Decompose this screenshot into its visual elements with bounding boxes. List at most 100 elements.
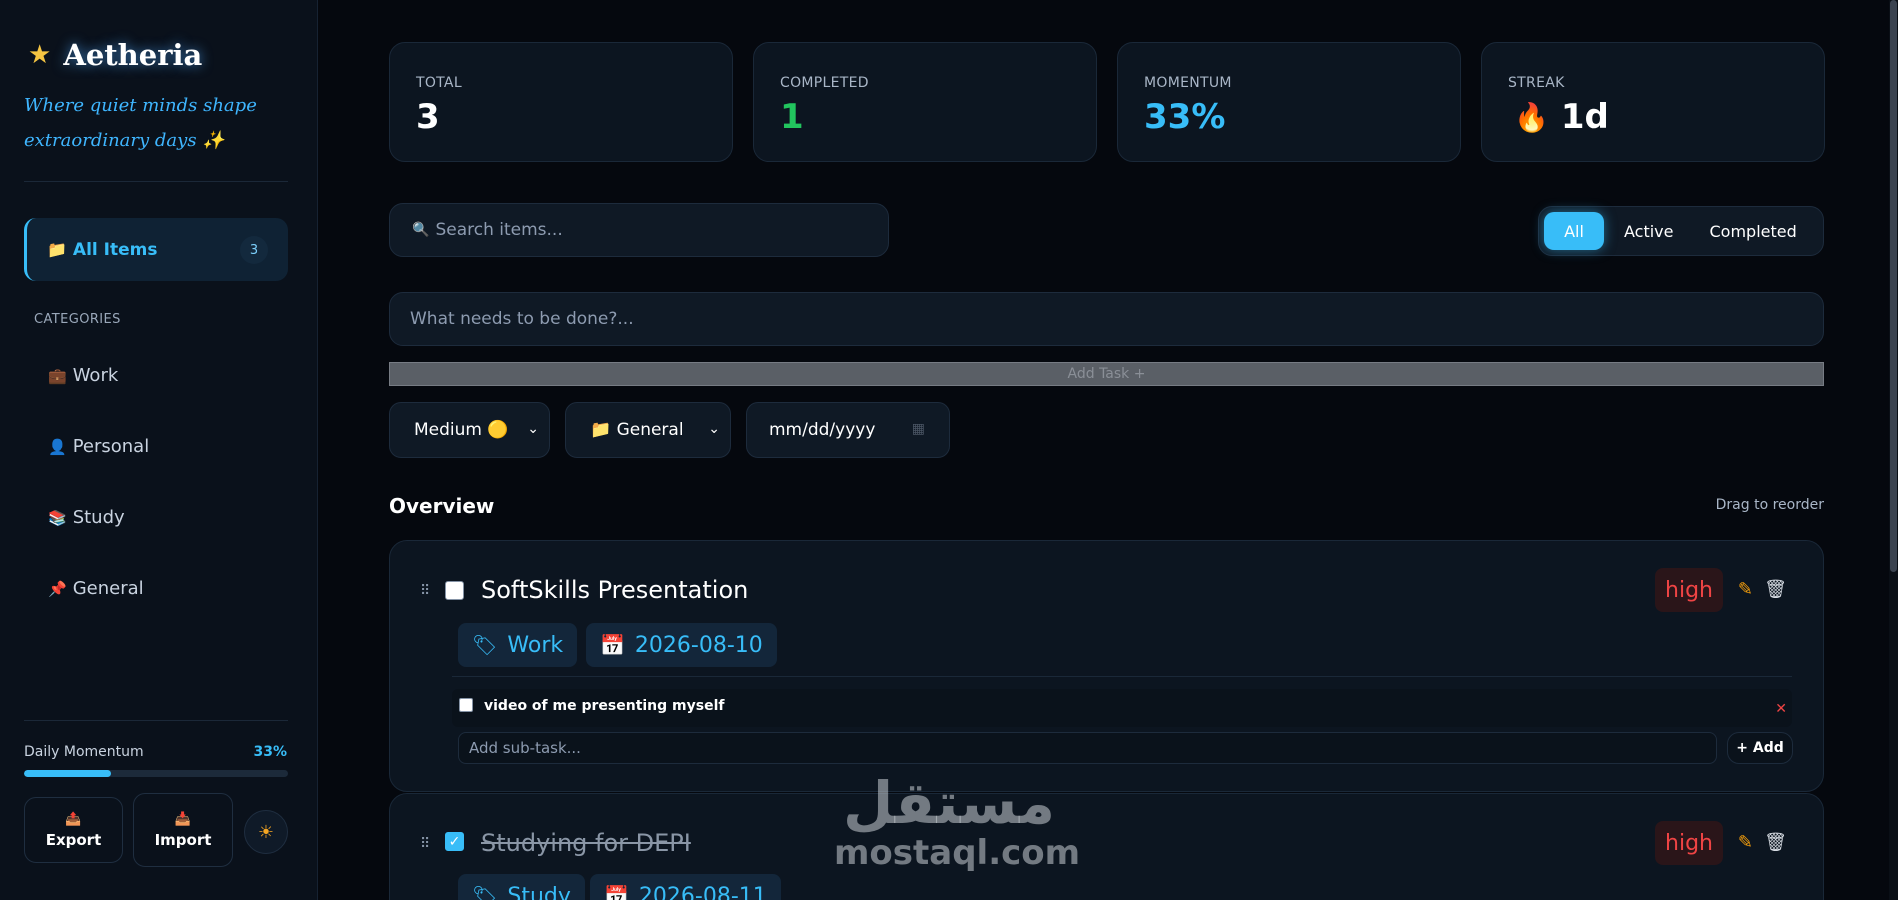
stat-value: 3 — [416, 97, 732, 137]
pin-icon: 📌 — [48, 579, 67, 598]
calendar-icon: ▦ — [911, 421, 925, 437]
stat-number: 3 — [416, 97, 440, 137]
sidebar-item-label: Study — [72, 507, 125, 528]
filter-group: All Active Completed — [1538, 206, 1824, 256]
sidebar-item-all-items[interactable]: 📁 All Items 3 — [24, 218, 288, 281]
stat-number: 1d — [1560, 97, 1609, 137]
sidebar: ★ Aetheria Where quiet minds shape extra… — [0, 0, 318, 900]
books-icon: 📚 — [48, 508, 67, 527]
stat-label: STREAK — [1508, 75, 1565, 91]
task-card[interactable]: ⠿ SoftSkills Presentation high ✎ 🗑 🏷 Wor… — [389, 540, 1824, 792]
momentum-label: Daily Momentum — [24, 744, 144, 760]
tag-icon: 🏷 — [472, 633, 498, 657]
export-label: Export — [45, 830, 102, 849]
divider — [24, 720, 288, 721]
momentum-progress-bar — [24, 770, 288, 777]
add-subtask-button[interactable]: + Add — [1727, 732, 1793, 764]
new-task-box — [389, 292, 1824, 346]
task-title: Studying for DEPI — [481, 829, 691, 857]
due-date-label: 2026-08-10 — [634, 632, 763, 658]
scrollbar-thumb[interactable] — [1890, 0, 1897, 572]
trash-icon[interactable]: 🗑 — [1764, 832, 1787, 853]
export-button[interactable]: 📤 Export — [24, 797, 123, 863]
category-tag-label: Study — [507, 883, 571, 900]
due-date-tag: 📅 2026-08-11 — [590, 874, 781, 900]
trash-icon[interactable]: 🗑 — [1764, 579, 1787, 600]
subtask-input[interactable] — [469, 739, 1699, 757]
chevron-down-icon: ⌄ — [708, 421, 720, 437]
tagline: Where quiet minds shape extraordinary da… — [24, 95, 257, 151]
person-icon: 👤 — [48, 437, 67, 456]
import-label: Import — [154, 830, 212, 849]
search-box: 🔍 — [389, 203, 889, 257]
stat-label: COMPLETED — [780, 75, 869, 91]
filter-completed-button[interactable]: Completed — [1694, 212, 1813, 250]
category-tag: 🏷 Work — [458, 623, 578, 667]
category-tag: 🏷 Study — [458, 874, 585, 900]
sun-icon: ☀ — [257, 821, 275, 843]
brand: ★ Aetheria — [28, 38, 202, 72]
sidebar-item-work[interactable]: 💼 Work — [48, 365, 118, 386]
task-checkbox-checked[interactable]: ✓ — [445, 832, 464, 851]
priority-badge: high — [1655, 568, 1723, 612]
import-button[interactable]: 📥 Import — [133, 793, 233, 867]
filter-active-button[interactable]: Active — [1608, 212, 1690, 250]
priority-badge: high — [1655, 821, 1723, 865]
remove-subtask-icon[interactable]: ✕ — [1775, 701, 1787, 717]
chevron-down-icon: ⌄ — [527, 421, 539, 437]
stat-card-completed: COMPLETED 1 — [753, 42, 1097, 162]
tag-icon: 🏷 — [472, 884, 498, 900]
sidebar-item-label: General — [72, 578, 144, 599]
subtask-title: video of me presenting myself — [484, 698, 725, 714]
stat-label: MOMENTUM — [1144, 75, 1232, 91]
folder-icon: 📁 — [47, 240, 67, 259]
stat-value: 🔥 1d — [1508, 97, 1824, 137]
theme-toggle-button[interactable]: ☀ — [244, 810, 288, 854]
overview-title: Overview — [389, 494, 495, 518]
edit-icon[interactable]: ✎ — [1738, 832, 1753, 853]
task-checkbox[interactable] — [445, 581, 464, 600]
export-icon: 📤 — [65, 811, 82, 827]
sidebar-item-personal[interactable]: 👤 Personal — [48, 436, 149, 457]
date-placeholder: mm/dd/yyyy — [769, 420, 876, 440]
drag-handle-icon[interactable]: ⠿ — [420, 836, 430, 852]
edit-icon[interactable]: ✎ — [1738, 579, 1753, 600]
fire-icon: 🔥 — [1514, 100, 1549, 134]
add-task-button[interactable]: Add Task + — [389, 362, 1824, 386]
priority-select[interactable]: Medium 🟡 ⌄ — [389, 402, 550, 458]
category-value: 📁 General — [590, 420, 684, 440]
stat-card-total: TOTAL 3 — [389, 42, 733, 162]
new-task-input[interactable] — [410, 309, 1790, 329]
category-tag-label: Work — [507, 632, 564, 658]
drag-handle-icon[interactable]: ⠿ — [420, 583, 430, 599]
task-title: SoftSkills Presentation — [481, 576, 749, 604]
item-count-badge: 3 — [240, 236, 268, 264]
stat-value: 1 — [780, 97, 1096, 137]
stat-card-momentum: MOMENTUM 33% — [1117, 42, 1461, 162]
scrollbar[interactable] — [1889, 0, 1898, 900]
stat-value: 33% — [1144, 97, 1460, 137]
momentum-value: 33% — [253, 744, 287, 760]
import-icon: 📥 — [174, 811, 192, 827]
category-select[interactable]: 📁 General ⌄ — [565, 402, 731, 458]
stat-card-streak: STREAK 🔥 1d — [1481, 42, 1825, 162]
momentum-progress-fill — [24, 770, 112, 777]
calendar-icon: 📅 — [604, 884, 629, 900]
drag-hint: Drag to reorder — [1715, 497, 1824, 513]
due-date-tag: 📅 2026-08-10 — [586, 623, 777, 667]
subtask-checkbox[interactable] — [459, 698, 473, 712]
stat-label: TOTAL — [416, 75, 462, 91]
task-card[interactable]: ⠿ ✓ Studying for DEPI high ✎ 🗑 🏷 Study 📅… — [389, 793, 1824, 900]
search-icon: 🔍 — [412, 222, 430, 238]
sidebar-item-general[interactable]: 📌 General — [48, 578, 144, 599]
due-date-field[interactable]: mm/dd/yyyy ▦ — [746, 402, 950, 458]
sidebar-item-label: All Items — [72, 239, 158, 260]
app-title: Aetheria — [63, 38, 203, 72]
divider — [452, 676, 1792, 677]
sidebar-item-label: Work — [72, 365, 119, 386]
categories-heading: CATEGORIES — [34, 312, 121, 327]
due-date-label: 2026-08-11 — [638, 883, 767, 900]
sidebar-item-study[interactable]: 📚 Study — [48, 507, 125, 528]
filter-all-button[interactable]: All — [1544, 212, 1604, 250]
search-input[interactable] — [435, 220, 856, 240]
